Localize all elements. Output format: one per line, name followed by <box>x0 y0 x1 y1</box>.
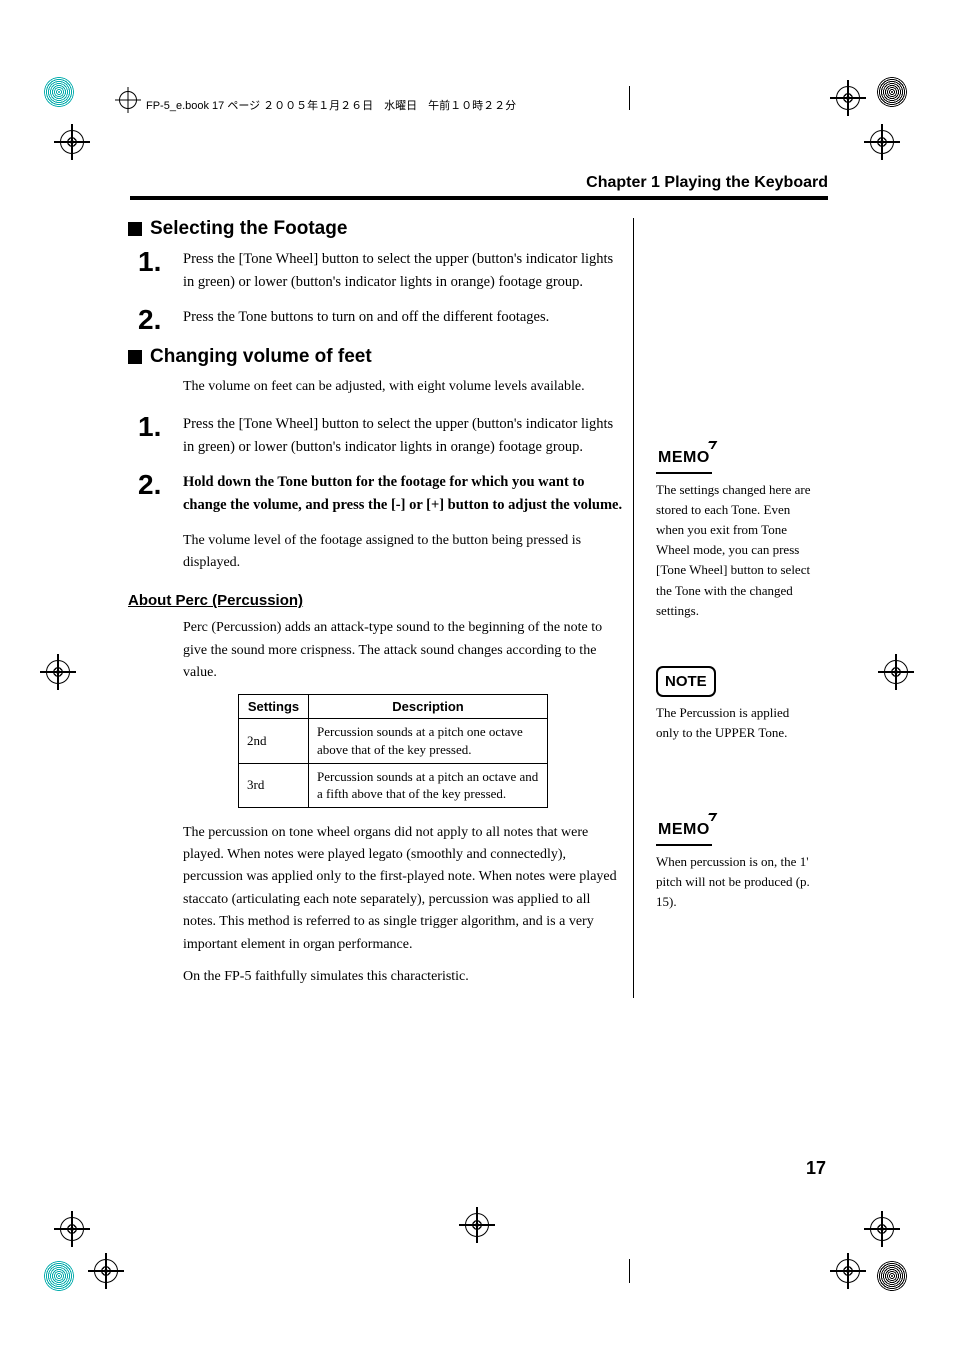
step-text: Hold down the Tone button for the footag… <box>183 471 623 517</box>
perc-settings-table: Settings Description 2nd Percussion soun… <box>238 694 548 807</box>
crop-mark <box>94 1259 118 1283</box>
td-desc: Percussion sounds at a pitch an octave a… <box>309 763 548 807</box>
print-header: FP-5_e.book 17 ページ ２００５年１月２６日 水曜日 午前１０時２… <box>146 97 516 113</box>
sidebar-column: MEMO The settings changed here are store… <box>633 218 813 998</box>
td-setting: 2nd <box>239 719 309 763</box>
crop-mark <box>60 1217 84 1241</box>
crop-mark <box>836 1259 860 1283</box>
crop-mark <box>870 1217 894 1241</box>
step-number: 1 <box>128 413 183 459</box>
heading-text: Changing volume of feet <box>150 346 372 368</box>
perc-intro: Perc (Percussion) adds an attack-type so… <box>183 617 633 684</box>
page-number: 17 <box>806 1158 826 1179</box>
selecting-footage-heading: Selecting the Footage <box>128 218 633 240</box>
step-text: Press the [Tone Wheel] button to select … <box>183 248 633 294</box>
memo-text: When percussion is on, the 1' pitch will… <box>656 852 813 912</box>
step-number: 2 <box>128 471 183 517</box>
th-description: Description <box>309 695 548 719</box>
main-column: Selecting the Footage 1 Press the [Tone … <box>128 218 633 998</box>
td-desc: Percussion sounds at a pitch one octave … <box>309 719 548 763</box>
td-setting: 3rd <box>239 763 309 807</box>
step-text: Press the [Tone Wheel] button to select … <box>183 413 633 459</box>
vertical-tick <box>629 86 630 110</box>
chapter-rule <box>130 196 828 200</box>
perc-para1: The percussion on tone wheel organs did … <box>183 822 633 956</box>
step-1: 1 Press the [Tone Wheel] button to selec… <box>128 413 633 459</box>
table-row: 2nd Percussion sounds at a pitch one oct… <box>239 719 548 763</box>
registration-mark <box>44 77 74 107</box>
note-text: The Percussion is applied only to the UP… <box>656 703 813 743</box>
note-icon: NOTE <box>656 666 716 697</box>
registration-mark <box>44 1261 74 1291</box>
registration-mark <box>877 77 907 107</box>
memo-icon: MEMO <box>656 818 712 846</box>
memo-icon: MEMO <box>656 446 712 474</box>
doc-header-icon <box>119 91 137 109</box>
perc-para2: On the FP-5 faithfully simulates this ch… <box>183 966 633 988</box>
step-note: The volume level of the footage assigned… <box>183 530 633 575</box>
memo-box-1: MEMO The settings changed here are store… <box>656 446 813 621</box>
step-body: Hold down the Tone button for the footag… <box>183 471 633 517</box>
crop-mark <box>60 130 84 154</box>
vertical-tick <box>629 1259 630 1283</box>
memo-box-2: MEMO When percussion is on, the 1' pitch… <box>656 818 813 912</box>
memo-text: The settings changed here are stored to … <box>656 480 813 621</box>
perc-subheading: About Perc (Percussion) <box>128 592 633 609</box>
note-box: NOTE The Percussion is applied only to t… <box>656 666 813 744</box>
registration-mark <box>877 1261 907 1291</box>
table-row: 3rd Percussion sounds at a pitch an octa… <box>239 763 548 807</box>
crop-mark <box>465 1213 489 1237</box>
step-text: Press the Tone buttons to turn on and of… <box>183 306 633 334</box>
step-number: 2 <box>128 306 183 334</box>
heading-text: Selecting the Footage <box>150 218 347 240</box>
step-number: 1 <box>128 248 183 294</box>
crop-mark <box>46 660 70 684</box>
crop-mark <box>836 86 860 110</box>
step-2: 2 Press the Tone buttons to turn on and … <box>128 306 633 334</box>
chapter-title: Chapter 1 Playing the Keyboard <box>128 174 828 192</box>
changing-volume-heading: Changing volume of feet <box>128 346 633 368</box>
page-content: Chapter 1 Playing the Keyboard Selecting… <box>128 174 828 998</box>
crop-mark <box>870 130 894 154</box>
step-1: 1 Press the [Tone Wheel] button to selec… <box>128 248 633 294</box>
section-intro: The volume on feet can be adjusted, with… <box>183 376 633 398</box>
th-settings: Settings <box>239 695 309 719</box>
step-2: 2 Hold down the Tone button for the foot… <box>128 471 633 517</box>
crop-mark <box>884 660 908 684</box>
